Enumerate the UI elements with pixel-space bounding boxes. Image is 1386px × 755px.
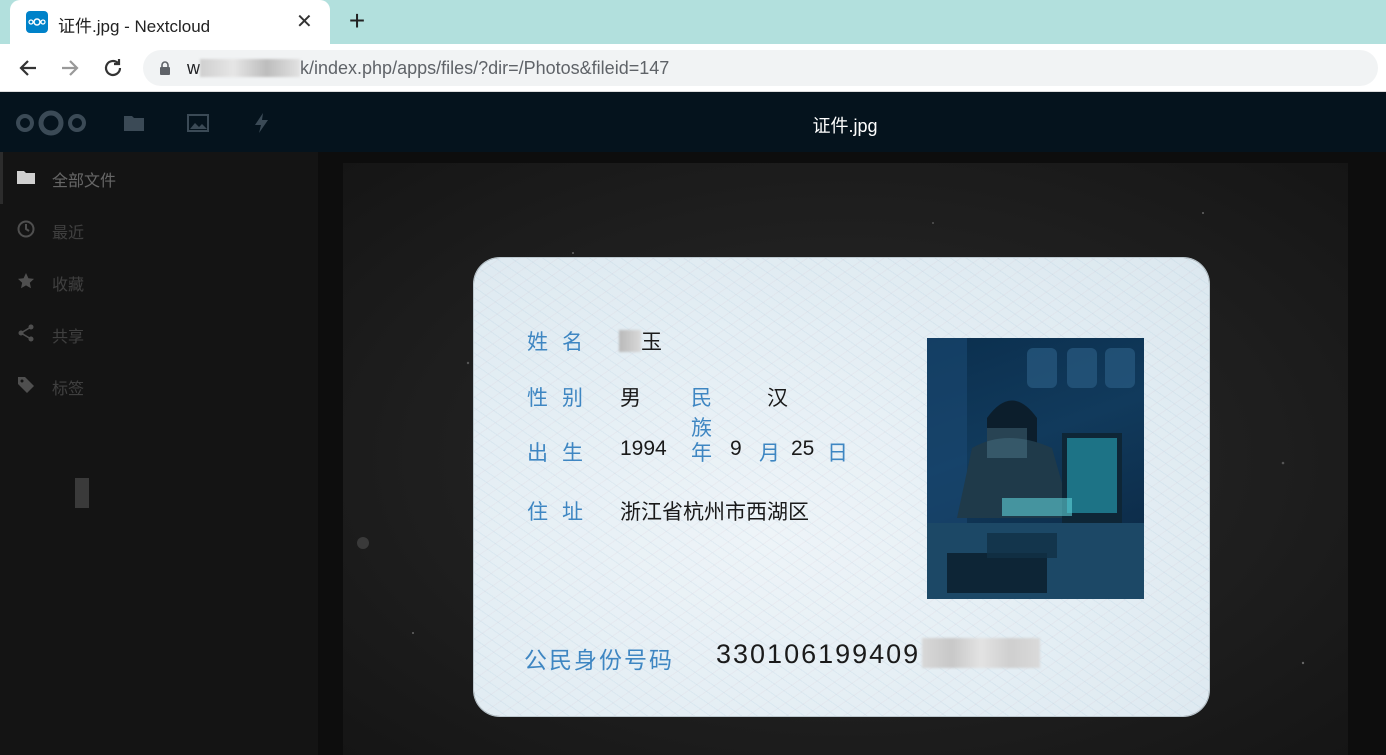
ethnicity-label: 民族 [691, 387, 726, 440]
redacted-name [619, 330, 641, 352]
sidebar-item-label: 最近 [52, 225, 85, 242]
address-bar[interactable]: w k/index.php/apps/files/?dir=/Photos&fil… [143, 50, 1378, 86]
hacker-portrait-image [927, 338, 1144, 599]
url-path: /index.php/apps/files/?dir=/Photos&filei… [309, 58, 670, 78]
nextcloud-favicon-icon [26, 11, 48, 33]
name-value: 玉 [619, 326, 662, 356]
url-text: w k/index.php/apps/files/?dir=/Photos&fil… [187, 58, 669, 79]
sidebar-item-all-files[interactable]: 全部文件 [0, 152, 318, 204]
address-row: 住址 浙江省杭州市西湖区 [527, 496, 809, 526]
month-char: 月 [759, 442, 780, 465]
sidebar-item-label: 收藏 [52, 277, 85, 294]
name-label: 姓名 [527, 331, 597, 354]
sidebar-placeholder [75, 478, 89, 508]
sidebar-item-label: 共享 [52, 329, 85, 346]
sidebar-item-tags[interactable]: 标签 [0, 360, 318, 412]
nextcloud-header: 证件.jpg [0, 92, 1386, 152]
share-icon [18, 324, 34, 342]
id-number-value: 330106199409 [716, 638, 1041, 670]
id-card: 姓名 玉 性别 男 民族 汉 出生 1994 年 9 月 25 日 住址 浙江省… [474, 258, 1209, 716]
id-number-label: 公民身份号码 [524, 647, 674, 673]
tab-title: 证件.jpg - Nextcloud [58, 17, 211, 36]
name-row: 姓名 玉 [527, 326, 662, 356]
redacted-host [200, 59, 300, 77]
lock-icon [160, 61, 170, 75]
reload-icon[interactable] [97, 52, 129, 84]
viewer-file-title: 证件.jpg [812, 116, 878, 136]
folder-icon [17, 171, 35, 184]
address-value: 浙江省杭州市西湖区 [620, 501, 809, 524]
browser-toolbar: w k/index.php/apps/files/?dir=/Photos&fil… [0, 44, 1386, 92]
gender-label: 性别 [527, 387, 597, 410]
clock-icon [17, 220, 35, 238]
year-char: 年 [691, 442, 712, 465]
sidebar-item-favorites[interactable]: 收藏 [0, 256, 318, 308]
birth-row: 出生 1994 年 9 月 25 日 [527, 437, 848, 467]
tab-close-icon[interactable]: ✕ [296, 9, 313, 34]
url-host-suffix: k [300, 58, 309, 78]
address-label: 住址 [527, 501, 597, 524]
day-char: 日 [827, 442, 848, 465]
browser-tab[interactable]: 证件.jpg - Nextcloud ✕ [10, 0, 330, 44]
gender-row: 性别 男 民族 汉 [527, 382, 788, 440]
files-sidebar: 全部文件 最近 收藏 共享 标签 [0, 152, 318, 755]
birth-label: 出生 [527, 442, 597, 465]
birth-month: 9 [730, 437, 742, 460]
ethnicity-value: 汉 [767, 387, 788, 410]
star-icon [18, 273, 34, 289]
url-host-prefix: w [187, 58, 200, 78]
id-photo-portrait [927, 338, 1144, 599]
forward-arrow-icon[interactable] [54, 52, 86, 84]
id-number-row: 公民身份号码 330106199409 [524, 638, 1041, 675]
redacted-id-tail [922, 638, 1041, 668]
sidebar-item-recent[interactable]: 最近 [0, 204, 318, 256]
new-tab-button[interactable]: + [343, 4, 371, 38]
sidebar-item-label: 标签 [52, 381, 85, 398]
back-arrow-icon[interactable] [12, 52, 44, 84]
sidebar-item-label: 全部文件 [52, 173, 117, 190]
sidebar-item-shares[interactable]: 共享 [0, 308, 318, 360]
birth-year: 1994 [620, 437, 667, 460]
tag-icon [18, 377, 34, 393]
browser-tab-bar: 证件.jpg - Nextcloud ✕ + [0, 0, 1386, 44]
gender-value: 男 [620, 387, 641, 410]
birth-day: 25 [791, 437, 815, 460]
